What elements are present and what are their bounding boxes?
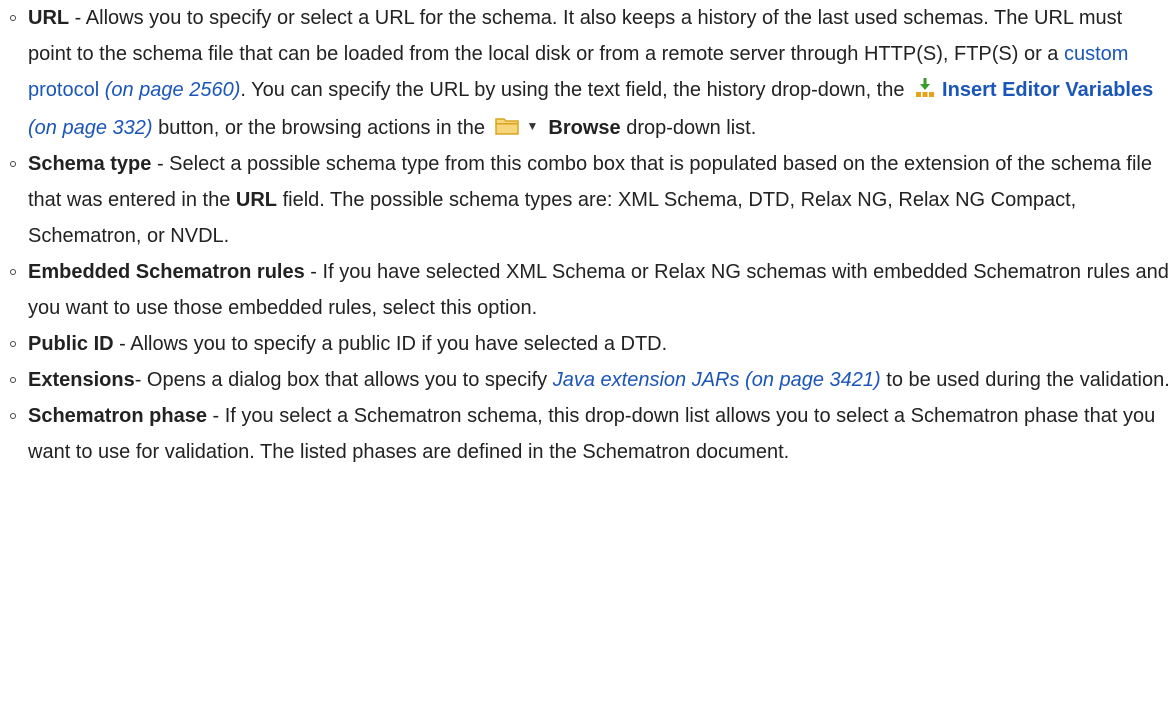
page-ref-insert-editor-variables[interactable]: (on page 332) [28,117,153,139]
term-embedded-schematron: Embedded Schematron rules [28,261,305,283]
description-url-part1: Allows you to specify or select a URL fo… [28,7,1123,65]
term-url: URL [28,7,70,29]
option-list: URL - Allows you to specify or select a … [0,0,1171,470]
link-insert-editor-variables[interactable]: Insert Editor Variables [942,79,1153,101]
term-schematron-phase: Schematron phase [28,405,207,427]
term-public-id: Public ID [28,333,114,355]
list-item-url: URL - Allows you to specify or select a … [4,0,1171,146]
description-extensions-part1: Opens a dialog box that allows you to sp… [146,369,553,391]
list-item-schema-type: Schema type - Select a possible schema t… [10,153,1152,247]
dropdown-caret-icon: ▼ [526,119,539,133]
list-item-public-id: Public ID - Allows you to specify a publ… [10,333,668,355]
link-java-extension-jars[interactable]: Java extension JARs (on page 3421) [553,369,881,391]
description-url-part4: drop-down list. [620,117,757,139]
description-url-part2: . You can specify the URL by using the t… [240,79,911,101]
list-item-embedded-schematron: Embedded Schematron rules - If you have … [10,261,1169,319]
description-public-id: Allows you to specify a public ID if you… [130,333,668,355]
term-extensions: Extensions [28,369,135,391]
folder-icon [494,112,519,135]
insert-editor-variables-icon [914,75,936,97]
browse-label: Browse [548,117,621,139]
description-extensions-part2: to be used during the validation. [880,369,1170,391]
url-field-ref: URL [235,189,278,211]
list-item-schematron-phase: Schematron phase - If you select a Schem… [10,405,1156,463]
description-url-part3: button, or the browsing actions in the [152,117,491,139]
term-schema-type: Schema type [28,153,152,175]
list-item-extensions: Extensions- Opens a dialog box that allo… [10,369,1170,391]
page-ref-custom-protocol[interactable]: (on page 2560) [99,79,241,101]
